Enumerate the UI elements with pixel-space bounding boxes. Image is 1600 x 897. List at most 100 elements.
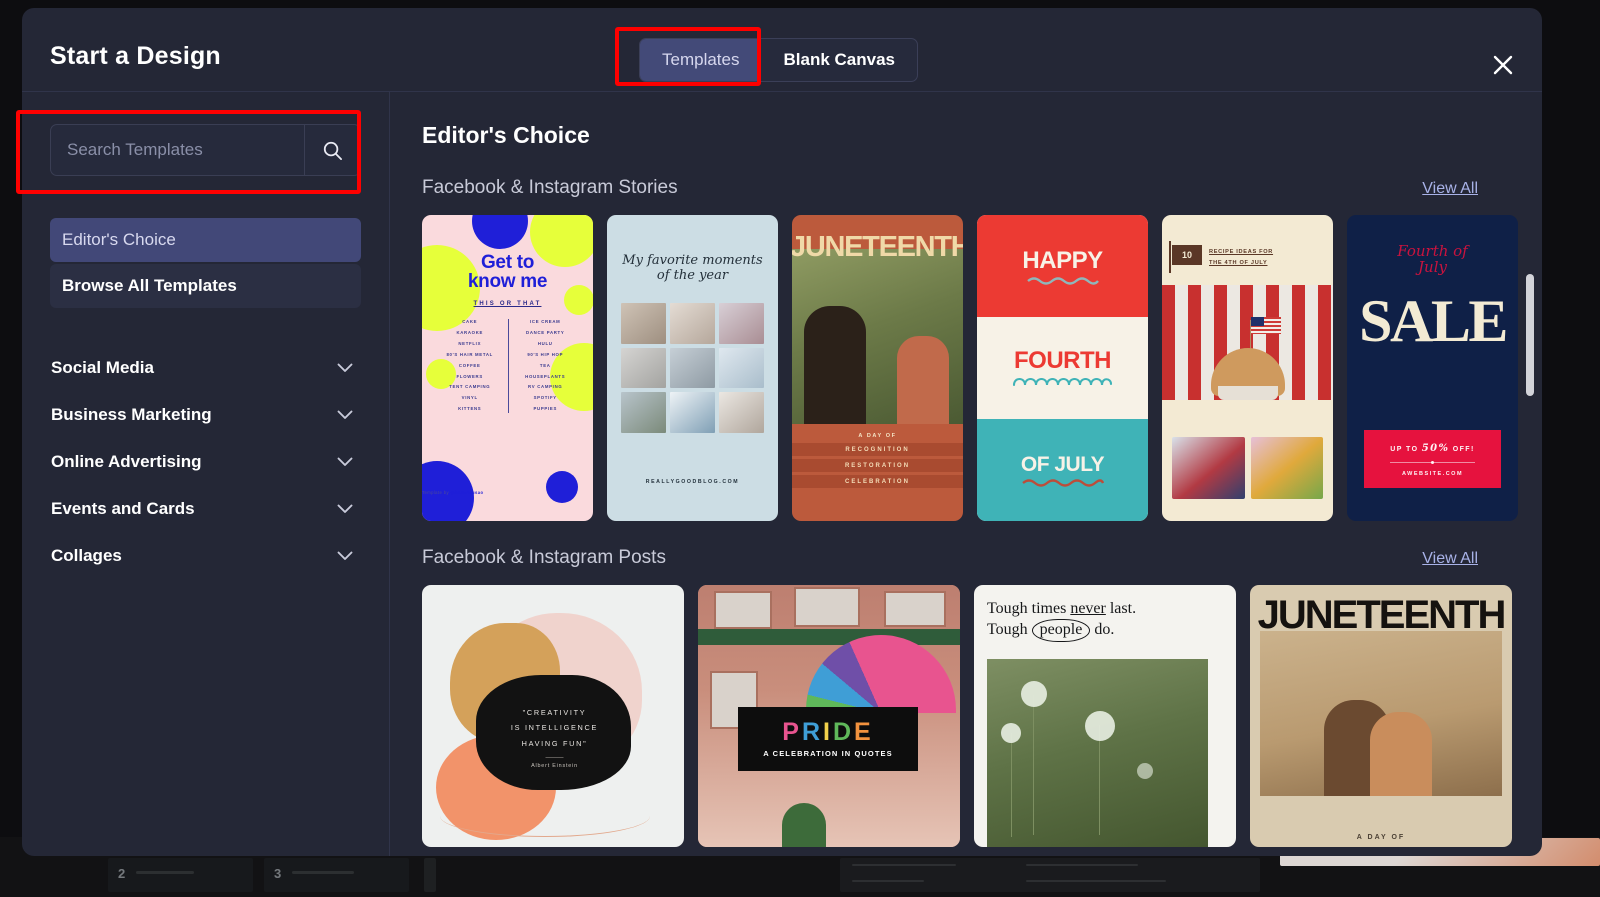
start-a-design-modal: Start a Design Templates Blank Canvas Se… bbox=[22, 8, 1542, 856]
option: CAKE bbox=[462, 318, 478, 324]
card-title: JUNETEENTH bbox=[1257, 593, 1507, 637]
stem-shape bbox=[1099, 725, 1100, 835]
search-input[interactable] bbox=[51, 140, 304, 160]
us-flag-icon bbox=[1250, 317, 1281, 334]
option: TEA bbox=[539, 362, 551, 368]
backdrop-item bbox=[264, 858, 409, 892]
option: PUPPIES bbox=[533, 406, 558, 412]
quote-line2: IS INTELLIGENCE bbox=[510, 723, 599, 733]
template-card-creativity-quote[interactable]: "CREATIVITY IS INTELLIGENCE HAVING FUN" … bbox=[422, 585, 684, 847]
quote-author: Albert Einstein bbox=[531, 763, 578, 769]
card-title: JUNETEENTH bbox=[792, 231, 963, 263]
railing-shape bbox=[698, 629, 960, 645]
card-script-line1: Fourth of bbox=[1397, 242, 1468, 260]
close-icon bbox=[1493, 55, 1513, 75]
pride-letter: E bbox=[854, 718, 874, 746]
sidebar-item-events-and-cards[interactable]: Events and Cards bbox=[50, 485, 361, 532]
post-card-row: "CREATIVITY IS INTELLIGENCE HAVING FUN" … bbox=[422, 585, 1542, 847]
sidebar: Editor's Choice Browse All Templates Soc… bbox=[22, 92, 390, 856]
chevron-down-icon bbox=[337, 504, 353, 514]
backdrop-line bbox=[852, 880, 924, 882]
search-button[interactable] bbox=[304, 125, 360, 175]
offer-suffix: OFF! bbox=[1449, 446, 1475, 453]
sidebar-item-online-advertising[interactable]: Online Advertising bbox=[50, 438, 361, 485]
template-card-juneteenth-post[interactable]: JUNETEENTH A DAY OF bbox=[1250, 585, 1512, 847]
grid-photo bbox=[719, 347, 764, 389]
card-photo bbox=[1172, 437, 1245, 499]
option: RV CAMPING bbox=[528, 384, 563, 390]
option: TENT CAMPING bbox=[449, 384, 491, 390]
page-title: Start a Design bbox=[50, 42, 221, 70]
backdrop-line bbox=[136, 871, 194, 874]
card-subtitle: A CELEBRATION IN QUOTES bbox=[763, 749, 893, 758]
sidebar-item-editors-choice[interactable]: Editor's Choice bbox=[50, 218, 361, 262]
photo-figure bbox=[1370, 712, 1432, 796]
option: 90'S HIP HOP bbox=[527, 351, 564, 357]
quote-dash: ——— bbox=[545, 755, 564, 761]
card-script-line2: July bbox=[1418, 258, 1447, 277]
option: COFFEE bbox=[458, 362, 481, 368]
left-options: CAKE KARAOKE NETFLIX 80'S HAIR METAL COF… bbox=[432, 317, 508, 416]
squiggle-icon bbox=[1021, 479, 1104, 487]
quote-underlined: never bbox=[1070, 600, 1106, 617]
sidebar-item-collages[interactable]: Collages bbox=[50, 532, 361, 579]
close-button[interactable] bbox=[1484, 46, 1522, 84]
tab-templates[interactable]: Templates bbox=[640, 39, 762, 81]
loop-squiggle-icon bbox=[1012, 377, 1112, 387]
card-word-happy: HAPPY bbox=[1022, 247, 1103, 274]
column-divider bbox=[507, 318, 509, 414]
quote-text: last. bbox=[1105, 600, 1137, 617]
card-bars: A DAY OF RECOGNITION RESTORATION CELEBRA… bbox=[792, 433, 963, 491]
card-banner: PRIDE A CELEBRATION IN QUOTES bbox=[738, 707, 918, 771]
card-header: 10 RECIPE IDEAS FOR THE 4TH OF JULY bbox=[1169, 241, 1325, 273]
sidebar-item-browse-all-templates[interactable]: Browse All Templates bbox=[50, 264, 361, 308]
dandelion-shape bbox=[1021, 681, 1047, 707]
card-title-line1: My favorite moments bbox=[622, 253, 763, 268]
pride-letter: I bbox=[823, 718, 833, 746]
template-card-favorite-moments[interactable]: My favorite moments of the year REALLYGO… bbox=[607, 215, 778, 521]
flag-canton bbox=[1250, 317, 1264, 326]
window-shape bbox=[794, 587, 860, 627]
option: HULU bbox=[537, 340, 553, 346]
template-card-recipe-ideas[interactable]: 10 RECIPE IDEAS FOR THE 4TH OF JULY bbox=[1162, 215, 1333, 521]
main-heading: Editor's Choice bbox=[422, 122, 590, 148]
grid-photo bbox=[621, 303, 666, 344]
template-card-juneteenth-story[interactable]: JUNETEENTH A DAY OF RECOGNITION RESTORAT… bbox=[792, 215, 963, 521]
category-label: Collages bbox=[51, 545, 122, 565]
template-card-pride-celebration[interactable]: PRIDE A CELEBRATION IN QUOTES bbox=[698, 585, 960, 847]
card-photo bbox=[792, 249, 963, 424]
search-box[interactable] bbox=[50, 124, 361, 176]
template-card-get-to-know-me[interactable]: Get to know me THIS OR THAT CAKE KARAOKE… bbox=[422, 215, 593, 521]
card-photo-row bbox=[1172, 437, 1323, 499]
backdrop-line bbox=[1026, 880, 1166, 882]
badge-number: 10 bbox=[1181, 250, 1192, 260]
card-subtitle: THIS OR THAT bbox=[473, 300, 542, 307]
view-all-posts[interactable]: View All bbox=[1422, 550, 1478, 568]
view-all-stories[interactable]: View All bbox=[1422, 180, 1478, 198]
pride-letter: D bbox=[832, 718, 855, 746]
pride-letter: P bbox=[782, 718, 802, 746]
vertical-scrollbar[interactable] bbox=[1526, 274, 1534, 396]
grid-photo bbox=[621, 392, 666, 433]
stem-shape bbox=[1033, 695, 1034, 835]
template-card-happy-fourth-of-july[interactable]: HAPPY FOURTH OF JULY bbox=[977, 215, 1148, 521]
template-card-tough-times-quote[interactable]: Tough times never last. Tough people do. bbox=[974, 585, 1236, 847]
this-or-that-columns: CAKE KARAOKE NETFLIX 80'S HAIR METAL COF… bbox=[432, 317, 583, 416]
option: KITTENS bbox=[458, 406, 482, 412]
dandelion-shape bbox=[1137, 763, 1153, 779]
option: NETFLIX bbox=[458, 340, 482, 346]
dandelion-shape bbox=[1085, 711, 1115, 741]
grid-photo bbox=[719, 392, 764, 433]
card-bar: RECOGNITION bbox=[792, 443, 963, 456]
sidebar-item-business-marketing[interactable]: Business Marketing bbox=[50, 391, 361, 438]
template-card-fourth-of-july-sale[interactable]: Fourth of July SALE UP TO 50% OFF! AWEBS… bbox=[1347, 215, 1518, 521]
backdrop-number: 3 bbox=[274, 866, 282, 881]
card-bar: RESTORATION bbox=[792, 459, 963, 472]
card-word-of-july: OF JULY bbox=[1020, 453, 1105, 476]
card-photo bbox=[1250, 437, 1323, 499]
tab-blank-canvas[interactable]: Blank Canvas bbox=[761, 39, 917, 81]
modal-header: Start a Design Templates Blank Canvas bbox=[22, 8, 1542, 92]
pride-letter: R bbox=[801, 718, 824, 746]
sidebar-item-social-media[interactable]: Social Media bbox=[50, 344, 361, 391]
decor-line bbox=[440, 795, 650, 837]
